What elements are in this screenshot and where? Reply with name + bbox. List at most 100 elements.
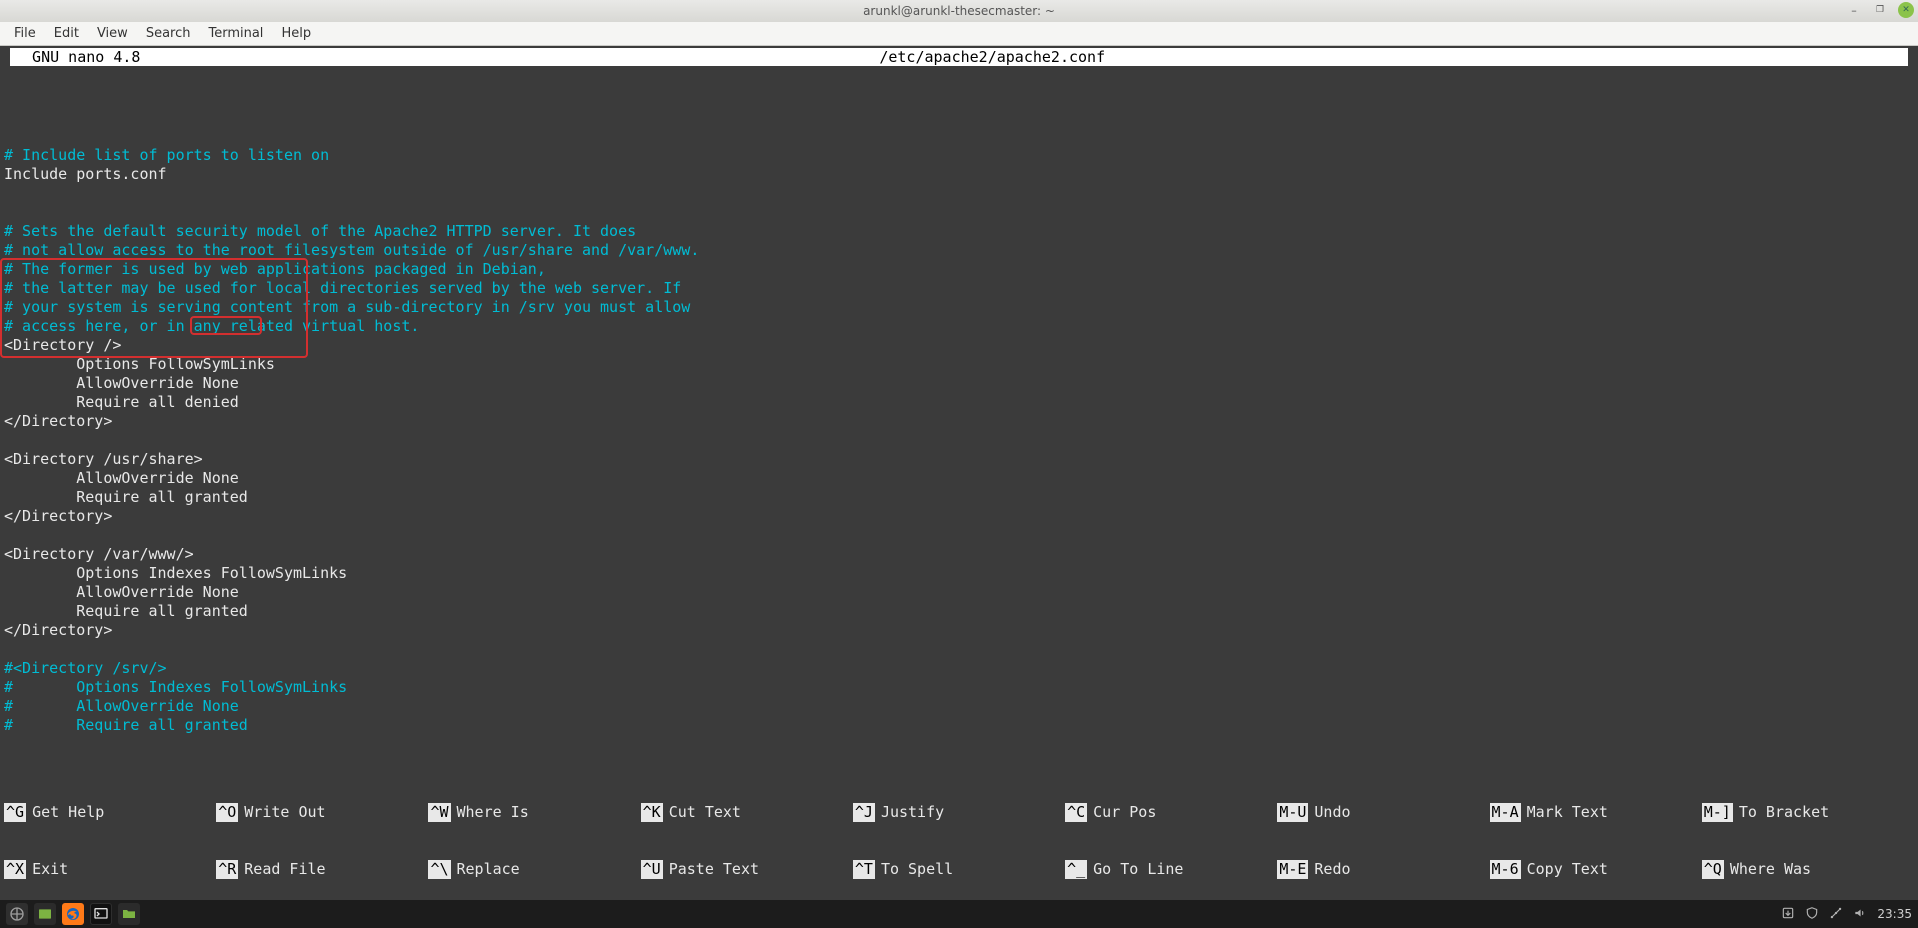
- shortcut-key: M-]: [1702, 803, 1733, 822]
- window-title: arunkl@arunkl-thesecmaster: ~: [863, 4, 1055, 18]
- editor-line: # not allow access to the root filesyste…: [4, 241, 1912, 260]
- start-menu-button[interactable]: [6, 903, 28, 925]
- shortcut-key: ^X: [4, 860, 26, 879]
- editor-line: <Directory />: [4, 336, 1912, 355]
- editor-line: AllowOverride None: [4, 583, 1912, 602]
- nano-header-bar: GNU nano 4.8 /etc/apache2/apache2.conf: [10, 48, 1908, 66]
- shortcut-key: ^O: [216, 803, 238, 822]
- shortcut-key: ^T: [853, 860, 875, 879]
- nano-shortcut: ^J Justify: [853, 803, 1065, 822]
- editor-line: <Directory /usr/share>: [4, 450, 1912, 469]
- shortcut-label: Read File: [244, 860, 325, 879]
- shortcut-label: Justify: [881, 803, 944, 822]
- firefox-launcher[interactable]: [62, 903, 84, 925]
- menu-view[interactable]: View: [89, 24, 136, 43]
- file-manager-task-button[interactable]: [118, 903, 140, 925]
- maximize-button[interactable]: [1872, 2, 1888, 18]
- shield-tray-icon[interactable]: [1805, 906, 1819, 923]
- nano-shortcut: ^\Replace: [428, 860, 640, 879]
- editor-line: # Options Indexes FollowSymLinks: [4, 678, 1912, 697]
- menu-help[interactable]: Help: [273, 24, 319, 43]
- window-titlebar: arunkl@arunkl-thesecmaster: ~: [0, 0, 1918, 22]
- shortcut-key: M-6: [1490, 860, 1521, 879]
- sound-tray-icon[interactable]: [1853, 906, 1867, 923]
- shortcut-label: Mark Text: [1527, 803, 1608, 822]
- editor-line: # Sets the default security model of the…: [4, 222, 1912, 241]
- nano-shortcut: ^U Paste Text: [641, 860, 853, 879]
- editor-line: [4, 184, 1912, 203]
- editor-line: Options Indexes FollowSymLinks: [4, 564, 1912, 583]
- editor-line: <Directory /var/www/>: [4, 545, 1912, 564]
- nano-shortcut: M-6 Copy Text: [1490, 860, 1702, 879]
- editor-line: # AllowOverride None: [4, 697, 1912, 716]
- terminal-task-button[interactable]: [90, 903, 112, 925]
- shortcut-key: ^K: [641, 803, 663, 822]
- editor-line: AllowOverride None: [4, 469, 1912, 488]
- shortcut-label: Cur Pos: [1093, 803, 1156, 822]
- shortcut-label: Undo: [1314, 803, 1350, 822]
- shortcut-label: Paste Text: [669, 860, 759, 879]
- editor-line: Require all granted: [4, 488, 1912, 507]
- editor-line: Include ports.conf: [4, 165, 1912, 184]
- close-button[interactable]: [1898, 2, 1914, 18]
- shortcut-key: M-A: [1490, 803, 1521, 822]
- editor-line: [4, 431, 1912, 450]
- shortcut-key: ^\: [428, 860, 450, 879]
- nano-shortcut: ^_Go To Line: [1065, 860, 1277, 879]
- network-tray-icon[interactable]: [1829, 906, 1843, 923]
- nano-shortcut: ^OWrite Out: [216, 803, 428, 822]
- shortcut-label: To Spell: [881, 860, 953, 879]
- shortcut-key: ^W: [428, 803, 450, 822]
- shortcut-key: ^_: [1065, 860, 1087, 879]
- show-desktop-button[interactable]: [34, 903, 56, 925]
- editor-line: # The former is used by web applications…: [4, 260, 1912, 279]
- nano-shortcut: ^KCut Text: [641, 803, 853, 822]
- shortcut-label: Exit: [32, 860, 68, 879]
- nano-editor-body[interactable]: # Include list of ports to listen onIncl…: [0, 66, 1918, 765]
- nano-shortcut: M-U Undo: [1277, 803, 1489, 822]
- editor-line: # Include list of ports to listen on: [4, 146, 1912, 165]
- shortcut-key: ^Q: [1702, 860, 1724, 879]
- shortcut-key: ^R: [216, 860, 238, 879]
- nano-version: GNU nano 4.8: [14, 48, 140, 66]
- shortcut-key: ^U: [641, 860, 663, 879]
- shortcut-key: ^G: [4, 803, 26, 822]
- editor-line: Require all denied: [4, 393, 1912, 412]
- nano-shortcut: ^R Read File: [216, 860, 428, 879]
- editor-line: </Directory>: [4, 621, 1912, 640]
- nano-shortcut: M-] To Bracket: [1702, 803, 1914, 822]
- nano-shortcut: M-A Mark Text: [1490, 803, 1702, 822]
- shortcut-label: Where Was: [1730, 860, 1811, 879]
- menu-search[interactable]: Search: [138, 24, 199, 43]
- nano-shortcut: ^T To Spell: [853, 860, 1065, 879]
- shortcut-label: To Bracket: [1739, 803, 1829, 822]
- desktop-panel: 23:35: [0, 900, 1918, 928]
- nano-status: [1844, 48, 1904, 66]
- shortcut-label: Copy Text: [1527, 860, 1608, 879]
- editor-line: #<Directory /srv/>: [4, 659, 1912, 678]
- panel-clock[interactable]: 23:35: [1877, 907, 1912, 921]
- nano-shortcut: ^W Where Is: [428, 803, 640, 822]
- update-tray-icon[interactable]: [1781, 906, 1795, 923]
- menu-file[interactable]: File: [6, 24, 44, 43]
- nano-shortcut-bar: ^G Get Help ^OWrite Out^W Where Is ^KCut Tex…: [0, 765, 1918, 900]
- editor-line: [4, 526, 1912, 545]
- editor-line: Require all granted: [4, 602, 1912, 621]
- nano-shortcut: ^C Cur Pos: [1065, 803, 1277, 822]
- shortcut-label: Get Help: [32, 803, 104, 822]
- editor-line: # the latter may be used for local direc…: [4, 279, 1912, 298]
- minimize-button[interactable]: [1846, 2, 1862, 18]
- editor-line: # Require all granted: [4, 716, 1912, 735]
- shortcut-label: Where Is: [457, 803, 529, 822]
- menu-edit[interactable]: Edit: [46, 24, 87, 43]
- editor-line: </Directory>: [4, 507, 1912, 526]
- shortcut-key: ^C: [1065, 803, 1087, 822]
- shortcut-key: ^J: [853, 803, 875, 822]
- shortcut-key: M-E: [1277, 860, 1308, 879]
- shortcut-key: M-U: [1277, 803, 1308, 822]
- menu-terminal[interactable]: Terminal: [200, 24, 271, 43]
- editor-line: AllowOverride None: [4, 374, 1912, 393]
- nano-shortcut: ^Q Where Was: [1702, 860, 1914, 879]
- window-controls: [1846, 2, 1914, 18]
- editor-line: </Directory>: [4, 412, 1912, 431]
